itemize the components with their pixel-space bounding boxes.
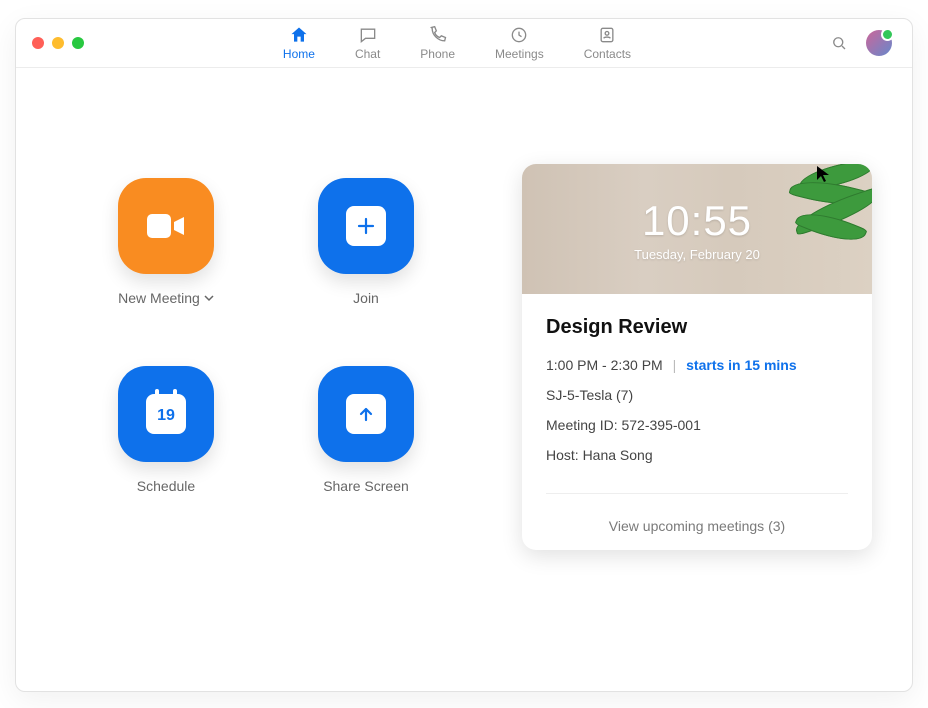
plus-icon bbox=[346, 206, 386, 246]
schedule-label: Schedule bbox=[137, 478, 195, 494]
video-icon bbox=[143, 206, 189, 246]
event-starts-in: starts in 15 mins bbox=[686, 357, 797, 373]
calendar-card: 10:55 Tuesday, February 20 Design Review… bbox=[522, 164, 872, 550]
phone-icon bbox=[428, 25, 448, 45]
event-meeting-id: Meeting ID: 572-395-001 bbox=[546, 417, 848, 433]
main-tabs: Home Chat Phone Meetings Contacts bbox=[283, 25, 631, 61]
tab-chat[interactable]: Chat bbox=[355, 25, 380, 61]
new-meeting-button[interactable] bbox=[118, 178, 214, 274]
maximize-button[interactable] bbox=[72, 37, 84, 49]
share-label: Share Screen bbox=[323, 478, 409, 494]
leaves-decoration bbox=[736, 164, 872, 250]
tab-label: Phone bbox=[420, 47, 455, 61]
view-upcoming-link[interactable]: View upcoming meetings (3) bbox=[522, 502, 872, 550]
app-window: Home Chat Phone Meetings Contacts bbox=[15, 18, 913, 692]
pipe: | bbox=[673, 357, 677, 373]
schedule-button[interactable]: 19 bbox=[118, 366, 214, 462]
avatar[interactable] bbox=[866, 30, 892, 56]
close-button[interactable] bbox=[32, 37, 44, 49]
calendar-icon: 19 bbox=[146, 394, 186, 434]
tile-schedule-wrap: 19 Schedule bbox=[106, 366, 226, 494]
titlebar-right bbox=[830, 30, 892, 56]
search-icon[interactable] bbox=[830, 34, 848, 52]
event-time-range: 1:00 PM - 2:30 PM bbox=[546, 357, 663, 373]
right-panel: 10:55 Tuesday, February 20 Design Review… bbox=[484, 164, 872, 550]
tile-text: New Meeting bbox=[118, 290, 200, 306]
tab-label: Meetings bbox=[495, 47, 544, 61]
tab-home[interactable]: Home bbox=[283, 25, 315, 61]
join-button[interactable] bbox=[318, 178, 414, 274]
chevron-down-icon bbox=[204, 293, 214, 303]
calendar-day: 19 bbox=[157, 407, 175, 425]
divider bbox=[546, 493, 848, 494]
event-time-line: 1:00 PM - 2:30 PM | starts in 15 mins bbox=[546, 357, 848, 373]
tab-label: Home bbox=[283, 47, 315, 61]
new-meeting-label[interactable]: New Meeting bbox=[118, 290, 214, 306]
tile-new-meeting-wrap: New Meeting bbox=[106, 178, 226, 306]
share-screen-button[interactable] bbox=[318, 366, 414, 462]
tab-label: Chat bbox=[355, 47, 380, 61]
window-controls bbox=[32, 37, 84, 49]
action-tiles: New Meeting Join 19 bbox=[56, 164, 456, 550]
event-room: SJ-5-Tesla (7) bbox=[546, 387, 848, 403]
home-icon bbox=[289, 25, 309, 45]
clock-icon bbox=[509, 25, 529, 45]
chat-icon bbox=[358, 25, 378, 45]
arrow-up-icon bbox=[346, 394, 386, 434]
tile-share-wrap: Share Screen bbox=[306, 366, 426, 494]
event-title: Design Review bbox=[546, 316, 848, 339]
tab-phone[interactable]: Phone bbox=[420, 25, 455, 61]
tab-meetings[interactable]: Meetings bbox=[495, 25, 544, 61]
tab-label: Contacts bbox=[584, 47, 631, 61]
tab-contacts[interactable]: Contacts bbox=[584, 25, 631, 61]
cursor-icon bbox=[816, 165, 830, 188]
minimize-button[interactable] bbox=[52, 37, 64, 49]
event-host: Host: Hana Song bbox=[546, 447, 848, 463]
main-body: New Meeting Join 19 bbox=[16, 68, 912, 550]
tile-join-wrap: Join bbox=[306, 178, 426, 306]
contacts-icon bbox=[597, 25, 617, 45]
join-label: Join bbox=[353, 290, 379, 306]
title-bar: Home Chat Phone Meetings Contacts bbox=[16, 19, 912, 68]
event-details: Design Review 1:00 PM - 2:30 PM | starts… bbox=[522, 294, 872, 502]
